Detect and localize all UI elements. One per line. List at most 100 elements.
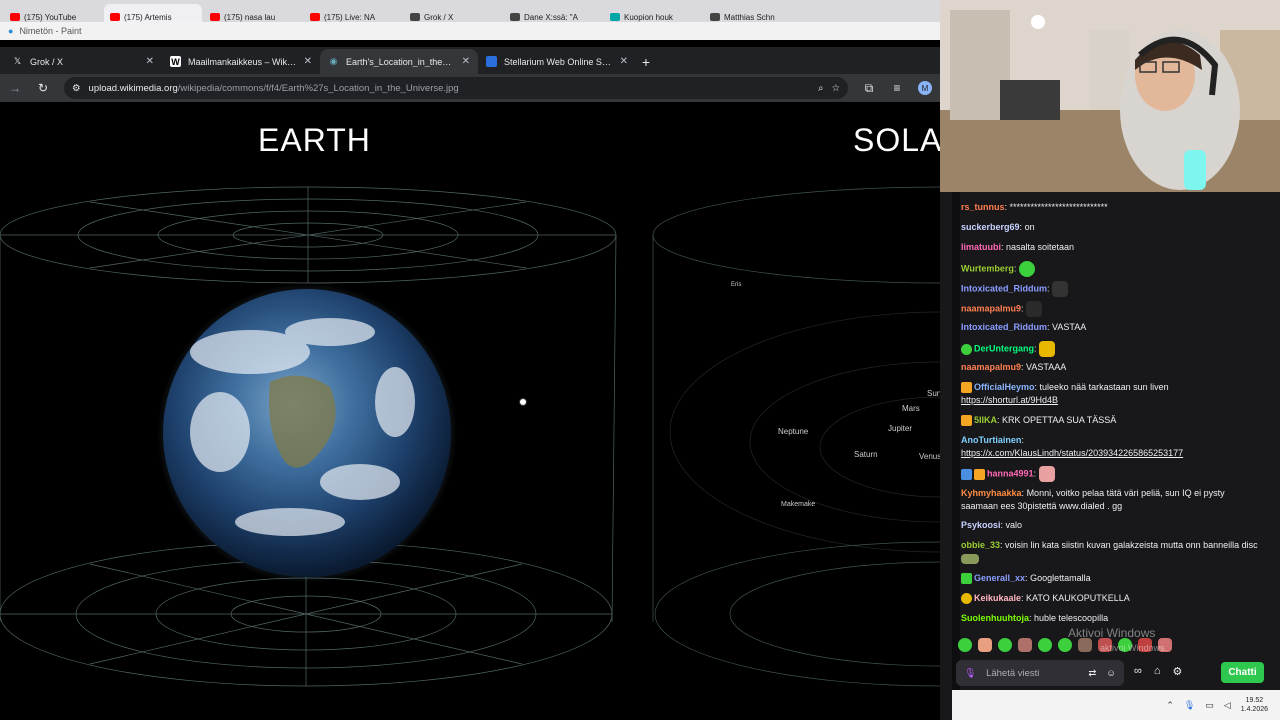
zoom-icon[interactable]: ⌕ (818, 83, 823, 94)
tab-stellarium[interactable]: Stellarium Web Online Star Ma ✕ (478, 49, 636, 74)
tab-grok[interactable]: 𝕏 Grok / X ✕ (4, 49, 162, 74)
url-text: upload.wikimedia.org/wikipedia/commons/f… (89, 83, 811, 94)
chat-text: KATO KAUKOPUTKELLA (1026, 593, 1130, 603)
tab-label: Stellarium Web Online Star Ma (504, 56, 613, 67)
emote-icon[interactable] (1038, 638, 1052, 652)
chat-message: Intoxicated_Riddum: VASTAA (961, 322, 1087, 332)
new-tab-button[interactable]: + (636, 49, 656, 74)
chat-message: AnoTurtiainen: https://x.com/KlausLindh/s… (961, 435, 1184, 458)
emote-icon (1038, 466, 1055, 482)
chat-username[interactable]: limatuubi (961, 242, 1001, 252)
chat-text: VASTAAA (1026, 362, 1067, 372)
volume-icon[interactable]: ◁ (1224, 700, 1231, 711)
close-icon[interactable]: ✕ (146, 56, 154, 67)
tab-wikipedia[interactable]: W Maailmankaikkeus – Wikipedia ✕ (162, 49, 320, 74)
chat-username[interactable]: 5IIKA (974, 415, 997, 425)
chat-username[interactable]: rs_tunnus (961, 202, 1005, 212)
extensions-icon[interactable]: ⧉ (862, 81, 876, 96)
chat-username[interactable]: Psykoosi (961, 520, 1001, 530)
chat-link[interactable]: https://x.com/KlausLindh/status/20393422… (961, 448, 1183, 458)
planet-label-sun: Sun (927, 389, 940, 398)
url-path: /wikipedia/commons/f/f4/Earth%27s_Locati… (177, 82, 459, 94)
microphone-icon[interactable]: 🎙 (1184, 700, 1195, 711)
chat-text: **************************** (1009, 202, 1108, 212)
emote-icon (1039, 341, 1056, 357)
youtube-icon (310, 13, 320, 21)
emote-icon (1052, 281, 1069, 297)
bookmark-star-icon[interactable]: ☆ (831, 83, 840, 94)
chat-username[interactable]: Generall_xx (974, 573, 1025, 583)
forward-icon[interactable]: → (8, 81, 22, 95)
bg-tab-label: Dane X:ssä: "A (524, 12, 578, 22)
chat-username[interactable]: DerUntergang (974, 343, 1034, 353)
settings-icon[interactable]: ⚙ (1173, 665, 1183, 678)
translate-icon[interactable]: ⇄ (1088, 668, 1096, 679)
avatar[interactable]: M (918, 81, 932, 95)
chat-text: KRK OPETTAA SUA TÄSSÄ (1002, 415, 1117, 425)
bg-tab-label: (175) nasa lau (224, 12, 276, 22)
chat-username[interactable]: AnoTurtiainen (961, 435, 1021, 445)
clock-time: 19.52 (1245, 697, 1264, 704)
mouse-cursor (519, 398, 527, 406)
close-icon[interactable]: ✕ (620, 56, 628, 67)
chat-username[interactable]: naamapalmu9 (961, 303, 1021, 313)
chat-message: Suolenhuuhtoja: huble telescoopilla (961, 613, 1109, 623)
chat-username[interactable]: obbie_33 (961, 540, 1000, 550)
site-info-icon[interactable]: ⚙ (72, 83, 81, 94)
bg-tab-label: (175) YouTube (24, 12, 77, 22)
emote-icon[interactable] (1078, 638, 1092, 652)
emote-icon[interactable] (978, 638, 992, 652)
chat-message: OfficialHeymo: tuleeko nää tarkastaan su… (961, 382, 1169, 405)
chat-username[interactable]: Intoxicated_Riddum (961, 322, 1047, 332)
url-host: upload.wikimedia.org (88, 82, 178, 94)
chat-username[interactable]: suckerberg69 (961, 222, 1020, 232)
chat-username[interactable]: OfficialHeymo (974, 382, 1035, 392)
chat-username[interactable]: Keikukaale (974, 593, 1021, 603)
microphone-icon[interactable]: 🎙 (964, 668, 976, 679)
chat-username[interactable]: hanna4991 (987, 468, 1034, 478)
close-icon[interactable]: ✕ (462, 56, 470, 67)
tab-earth-location[interactable]: ◉ Earth's_Location_in_the_Univers ✕ (320, 49, 478, 74)
reading-list-icon[interactable]: ≡ (890, 81, 904, 95)
chat-link[interactable]: https://shorturl.at/9Hd4B (961, 395, 1058, 405)
chat-text: on (1024, 222, 1035, 232)
bg-tab-label: Grok / X (424, 12, 454, 22)
emoji-icon[interactable]: ☺ (1106, 668, 1116, 679)
chat-message: 5IIKA: KRK OPETTAA SUA TÄSSÄ (961, 414, 1261, 427)
x-logo-icon (710, 13, 720, 21)
solar-title: SOLAR (853, 122, 940, 158)
chevron-up-icon[interactable]: ⌃ (1166, 700, 1174, 711)
emote-icon[interactable] (958, 638, 972, 652)
bg-tab-label: Kuopion houk (624, 12, 673, 22)
chat-username[interactable]: Kyhmyhaakka (961, 488, 1022, 498)
bits-icon[interactable]: ∞ (1134, 665, 1142, 678)
emote-icon[interactable] (1058, 638, 1072, 652)
windows-activation-watermark: Aktivoi Windows (1068, 626, 1156, 640)
earth-icon: ◉ (329, 56, 338, 66)
clock[interactable]: 19.52 1.4.2026 (1241, 696, 1268, 714)
emote-icon (961, 553, 979, 564)
chat-username[interactable]: Intoxicated_Riddum (961, 283, 1047, 293)
badge-icon (961, 343, 972, 355)
close-icon[interactable]: ✕ (304, 56, 312, 67)
store-icon[interactable]: ⌂ (1154, 665, 1161, 678)
reload-icon[interactable]: ↻ (36, 81, 50, 95)
chat-username[interactable]: naamapalmu9 (961, 362, 1021, 372)
wikipedia-icon: W (170, 56, 181, 67)
x-logo-icon: 𝕏 (13, 56, 22, 66)
chat-text: huble telescoopilla (1034, 613, 1109, 623)
emote-icon[interactable] (998, 638, 1012, 652)
earth-title: EARTH (258, 122, 371, 158)
tab-label: Grok / X (30, 56, 64, 67)
chat-message: Psykoosi: valo (961, 520, 1023, 530)
browser-toolbar: → ↻ ⚙ upload.wikimedia.org/wikipedia/com… (0, 74, 940, 102)
emote-icon[interactable] (1018, 638, 1032, 652)
chat-message: naamapalmu9: (961, 301, 1261, 317)
chat-input[interactable]: 🎙 Lähetä viesti ⇄ ☺ (956, 660, 1124, 686)
chat-text: VASTAA (1052, 322, 1087, 332)
chat-username[interactable]: Wurtemberg (961, 263, 1014, 273)
address-bar[interactable]: ⚙ upload.wikimedia.org/wikipedia/commons… (64, 77, 848, 99)
chat-username[interactable]: Suolenhuuhtoja (961, 613, 1029, 623)
chat-send-button[interactable]: Chatti (1221, 662, 1264, 683)
network-icon[interactable]: ▭ (1205, 700, 1214, 711)
